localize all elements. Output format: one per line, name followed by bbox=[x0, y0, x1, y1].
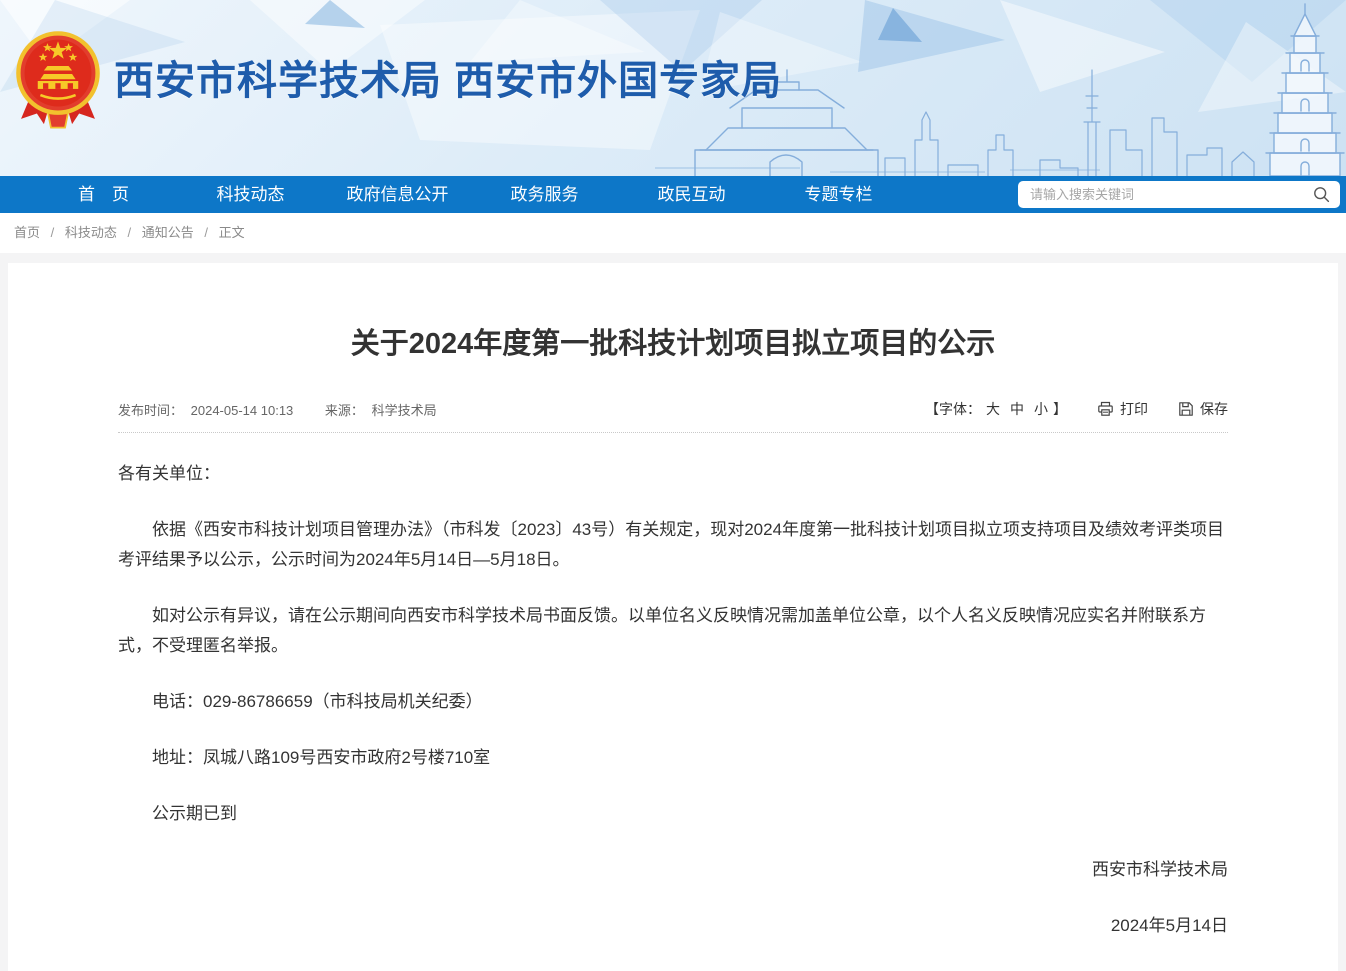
source-label: 来源： bbox=[325, 403, 364, 418]
breadcrumb: 首页 / 科技动态 / 通知公告 / 正文 bbox=[0, 213, 1346, 253]
save-icon bbox=[1178, 401, 1194, 417]
breadcrumb-separator: / bbox=[128, 225, 132, 240]
nav-item-home[interactable]: 首 页 bbox=[30, 176, 177, 213]
font-size-widget: 【字体： 大中小】 bbox=[925, 399, 1067, 419]
font-size-large[interactable]: 大 bbox=[986, 401, 1000, 417]
print-label: 打印 bbox=[1120, 399, 1148, 419]
nav-item-interaction[interactable]: 政民互动 bbox=[618, 176, 765, 213]
breadcrumb-separator: / bbox=[51, 225, 55, 240]
breadcrumb-notices[interactable]: 通知公告 bbox=[142, 225, 194, 240]
printer-icon bbox=[1097, 401, 1114, 417]
save-button[interactable]: 保存 bbox=[1178, 399, 1228, 419]
nav-item-tech-news[interactable]: 科技动态 bbox=[177, 176, 324, 213]
nav-item-gov-services[interactable]: 政务服务 bbox=[471, 176, 618, 213]
article-body: 各有关单位： 依据《西安市科技计划项目管理办法》（市科发〔2023〕43号）有关… bbox=[118, 459, 1228, 941]
meta-tools: 【字体： 大中小】 打印 bbox=[925, 399, 1228, 419]
content-area: 关于2024年度第一批科技计划项目拟立项目的公示 发布时间： 2024-05-1… bbox=[0, 253, 1346, 971]
save-label: 保存 bbox=[1200, 399, 1228, 419]
main-nav: 首 页 科技动态 政府信息公开 政务服务 政民互动 专题专栏 bbox=[0, 176, 1346, 213]
paragraph-address: 地址：凤城八路109号西安市政府2号楼710室 bbox=[118, 743, 1228, 773]
national-emblem-logo bbox=[14, 28, 102, 134]
font-size-small[interactable]: 小 bbox=[1034, 401, 1048, 417]
breadcrumb-home[interactable]: 首页 bbox=[14, 225, 40, 240]
publish-time-label: 发布时间： bbox=[118, 403, 183, 418]
site-title: 西安市科学技术局 西安市外国专家局 bbox=[114, 48, 782, 106]
font-size-label-open: 【字体： bbox=[925, 401, 981, 417]
paragraph-salutation: 各有关单位： bbox=[118, 459, 1228, 489]
nav-item-gov-info[interactable]: 政府信息公开 bbox=[324, 176, 471, 213]
meta-left: 发布时间： 2024-05-14 10:13 来源： 科学技术局 bbox=[118, 400, 441, 419]
search-icon bbox=[1313, 186, 1330, 203]
article-title: 关于2024年度第一批科技计划项目拟立项目的公示 bbox=[118, 325, 1228, 363]
breadcrumb-separator: / bbox=[204, 225, 208, 240]
article-meta: 发布时间： 2024-05-14 10:13 来源： 科学技术局 【字体： 大中小… bbox=[118, 399, 1228, 433]
article-card: 关于2024年度第一批科技计划项目拟立项目的公示 发布时间： 2024-05-1… bbox=[8, 263, 1338, 971]
breadcrumb-tech-news[interactable]: 科技动态 bbox=[65, 225, 117, 240]
search-input[interactable] bbox=[1028, 186, 1313, 203]
font-size-label-close: 】 bbox=[1053, 401, 1067, 417]
search-button[interactable] bbox=[1313, 186, 1330, 203]
paragraph-basis: 依据《西安市科技计划项目管理办法》（市科发〔2023〕43号）有关规定，现对20… bbox=[118, 515, 1228, 575]
publish-time-value: 2024-05-14 10:13 bbox=[191, 403, 294, 418]
search-box[interactable] bbox=[1018, 181, 1340, 208]
signature-org: 西安市科学技术局 bbox=[118, 855, 1228, 885]
paragraph-note: 公示期已到 bbox=[118, 799, 1228, 829]
site-header: 西安市科学技术局 西安市外国专家局 bbox=[0, 0, 1346, 176]
breadcrumb-current: 正文 bbox=[219, 225, 245, 240]
brand: 西安市科学技术局 西安市外国专家局 bbox=[14, 28, 782, 134]
print-button[interactable]: 打印 bbox=[1097, 399, 1148, 419]
nav-item-special[interactable]: 专题专栏 bbox=[765, 176, 912, 213]
paragraph-objection: 如对公示有异议，请在公示期间向西安市科学技术局书面反馈。以单位名义反映情况需加盖… bbox=[118, 601, 1228, 661]
source-value: 科学技术局 bbox=[372, 403, 437, 418]
font-size-medium[interactable]: 中 bbox=[1010, 401, 1024, 417]
paragraph-phone: 电话：029-86786659（市科技局机关纪委） bbox=[118, 687, 1228, 717]
signature-date: 2024年5月14日 bbox=[118, 911, 1228, 941]
